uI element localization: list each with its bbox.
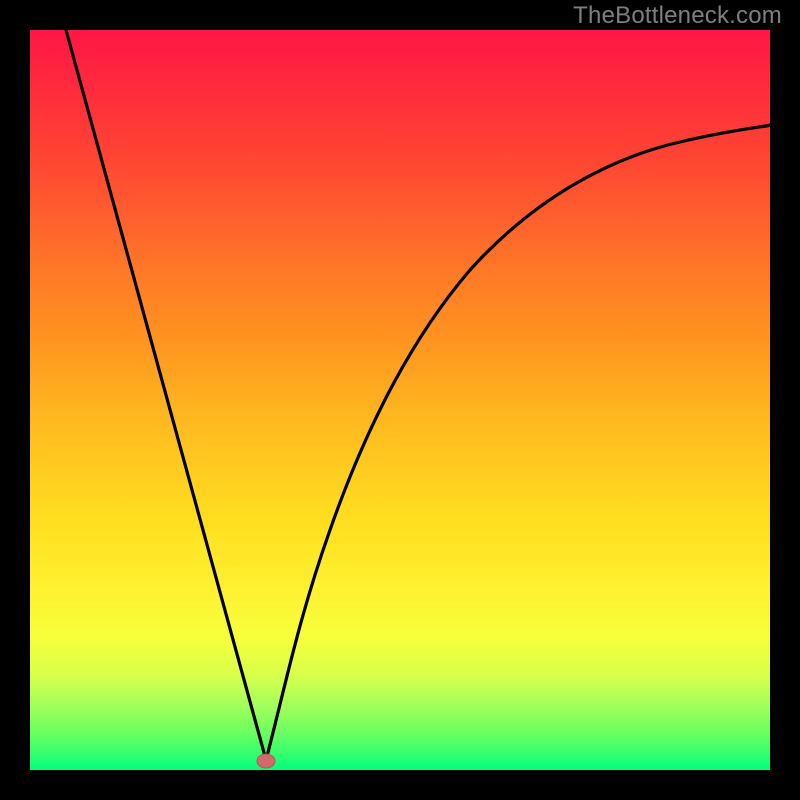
curve-svg	[30, 30, 770, 770]
plot-area	[30, 30, 770, 770]
chart-frame: TheBottleneck.com	[0, 0, 800, 800]
curve-right-branch	[266, 125, 770, 760]
min-marker-dot	[257, 754, 275, 768]
curve-left-branch	[66, 30, 266, 760]
watermark-text: TheBottleneck.com	[573, 2, 782, 30]
